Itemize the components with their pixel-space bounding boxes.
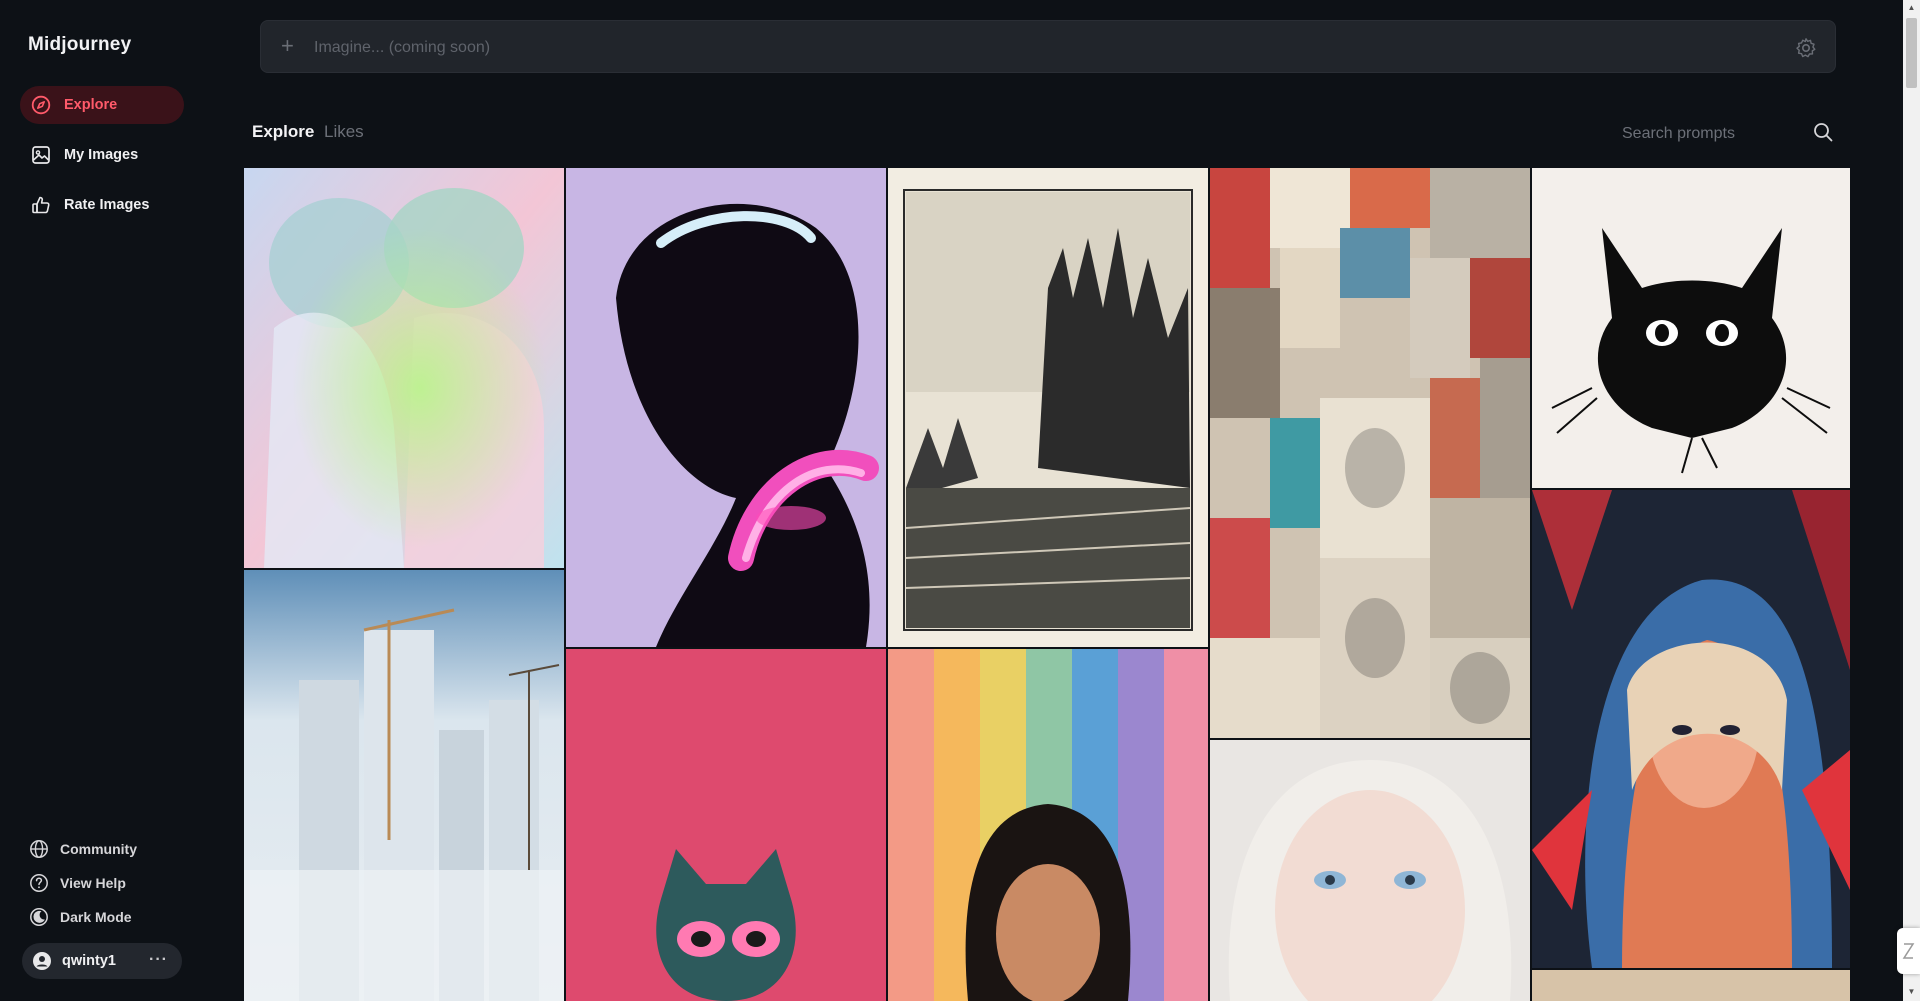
forest-linocut-image[interactable] — [888, 168, 1208, 647]
search-icon[interactable] — [1812, 121, 1834, 143]
page-scrollbar[interactable] — [1903, 0, 1920, 1001]
image-icon — [30, 144, 52, 166]
sidebar: Midjourney Explore My Images Rate Images… — [0, 0, 208, 1001]
sidebar-link-view-help[interactable]: View Help — [20, 868, 190, 898]
sidebar-item-label: My Images — [64, 147, 139, 163]
scrollbar-thumb[interactable] — [1906, 18, 1917, 88]
sidebar-link-community[interactable]: Community — [20, 834, 190, 864]
frozen-city-image[interactable] — [244, 570, 564, 1001]
blonde-woman-image[interactable] — [1210, 740, 1530, 1001]
side-panel-toggle[interactable] — [1897, 928, 1920, 974]
help-circle-icon — [28, 872, 50, 894]
tab-explore[interactable]: Explore — [252, 122, 314, 142]
moon-icon — [28, 906, 50, 928]
pastel-twins-image[interactable] — [244, 168, 564, 568]
gear-icon[interactable] — [1795, 37, 1817, 59]
ink-black-cat-image[interactable] — [1532, 168, 1850, 488]
hooded-girl-image[interactable] — [1532, 490, 1850, 968]
masked-cat-image[interactable] — [566, 649, 886, 1001]
sidebar-item-label: Explore — [64, 97, 118, 113]
partial-tile-image[interactable] — [1532, 970, 1850, 1001]
thumbs-up-icon — [30, 194, 52, 216]
user-avatar-icon — [31, 950, 53, 972]
sidebar-toggle-dark-mode[interactable]: Dark Mode — [20, 902, 190, 932]
username: qwinty1 — [62, 953, 116, 969]
search-input[interactable] — [1620, 120, 1824, 148]
sidebar-item-my-images[interactable]: My Images — [20, 136, 184, 174]
sidebar-item-explore[interactable]: Explore — [20, 86, 184, 124]
black-chrome-figure-image[interactable] — [566, 168, 886, 647]
bottom-item-label: View Help — [60, 875, 126, 891]
compass-icon — [30, 94, 52, 116]
brand-logo-text[interactable]: Midjourney — [28, 34, 131, 56]
scroll-up-arrow-icon[interactable]: ▲ — [1906, 2, 1917, 14]
user-account-pill[interactable]: qwinty1 ··· — [22, 943, 182, 979]
imagine-bar: + — [260, 20, 1836, 73]
plus-icon[interactable]: + — [281, 35, 294, 57]
bottom-item-label: Community — [60, 841, 137, 857]
imagine-input[interactable] — [312, 35, 1716, 61]
sidebar-item-label: Rate Images — [64, 197, 150, 213]
more-options-icon[interactable]: ··· — [149, 951, 168, 969]
bottom-item-label: Dark Mode — [60, 909, 132, 925]
rainbow-portrait-image[interactable] — [888, 649, 1208, 1001]
globe-icon — [28, 838, 50, 860]
sidebar-item-rate-images[interactable]: Rate Images — [20, 186, 184, 224]
faces-collage-image[interactable] — [1210, 168, 1530, 738]
scroll-down-arrow-icon[interactable]: ▼ — [1906, 986, 1917, 998]
tab-likes[interactable]: Likes — [324, 122, 364, 142]
